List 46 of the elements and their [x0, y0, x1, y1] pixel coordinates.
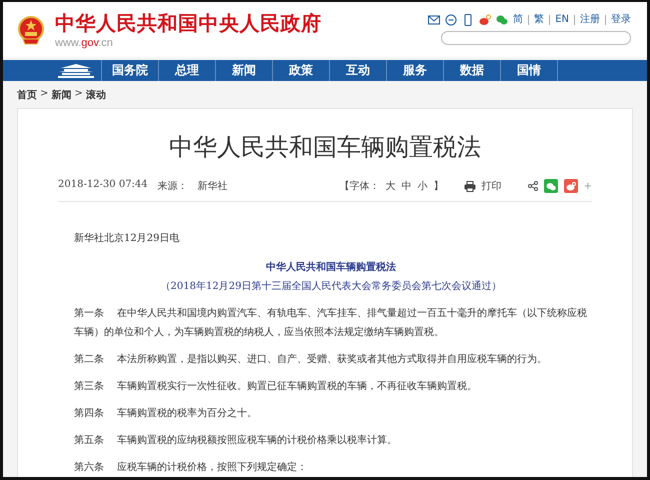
- national-emblem-icon: [17, 14, 45, 45]
- header-link[interactable]: 注册: [574, 15, 600, 26]
- dateline: 新华社北京12月29日电: [74, 232, 180, 246]
- breadcrumb-link[interactable]: 滚动: [86, 88, 106, 102]
- nav-item[interactable]: 国情: [501, 60, 558, 81]
- nav-item[interactable]: 国务院: [102, 60, 159, 81]
- share-icon[interactable]: [528, 181, 538, 191]
- font-size-link[interactable]: 中: [402, 179, 412, 193]
- font-size-bracket: 】: [434, 180, 444, 193]
- breadcrumb-link[interactable]: 首页: [17, 88, 37, 102]
- printer-icon[interactable]: [464, 180, 476, 192]
- header-link[interactable]: 登录: [605, 15, 631, 26]
- header-link[interactable]: 简: [513, 15, 524, 26]
- nav-item[interactable]: 数据: [444, 60, 501, 81]
- nav-item[interactable]: 服务: [387, 60, 444, 81]
- search-field[interactable]: [441, 31, 631, 46]
- law-subtitle: （2018年12月29日第十三届全国人民代表大会常务委员会第七次会议通过）: [160, 280, 502, 294]
- article-title: 中华人民共和国车辆购置税法: [168, 132, 482, 163]
- phone-icon[interactable]: [462, 14, 474, 26]
- breadcrumb-link[interactable]: 新闻: [51, 88, 72, 102]
- font-size-link[interactable]: 大: [386, 179, 396, 193]
- law-clause: 第三条 车辆购置税实行一次性征收。购置已征车辆购置税的车辆，不再征收车辆购置税。: [74, 380, 478, 394]
- nav-item[interactable]: 新闻: [216, 60, 273, 81]
- source-name: 新华社: [198, 180, 228, 193]
- law-title: 中华人民共和国车辆购置税法: [265, 260, 397, 275]
- law-clause: 第二条 本法所称购置，是指以购买、进口、自产、受赠、获奖或者其他方式取得并自用应税车辆的行为。: [74, 352, 548, 367]
- font-size-link[interactable]: 小: [418, 179, 428, 193]
- law-clause: 第五条 车辆购置税的应纳税额按照应税车辆的计税价格乘以税率计算。: [74, 434, 398, 448]
- law-clause: 第四条 车辆购置税的税率为百分之十。: [74, 406, 258, 421]
- nav-item[interactable]: 政策: [273, 60, 330, 81]
- breadcrumb-separator: >: [74, 88, 83, 101]
- law-clause: 第一条 在中华人民共和国境内购置汽车、有轨电车、汽车挂车、排气量超过一百五十毫升的摩托车（以下统称应税车辆）的单位和个人，为车辆购置税的纳税人，应当依照本法规定缴纳车辆购置税。: [74, 306, 588, 340]
- header-link[interactable]: EN: [549, 15, 569, 26]
- gate-building-icon: [57, 62, 95, 79]
- nav-item[interactable]: 互动: [330, 60, 387, 81]
- mail-icon[interactable]: [428, 14, 440, 26]
- print-link[interactable]: 打印: [482, 179, 502, 193]
- law-clause: 第六条 应税车辆的计税价格，按照下列规定确定：: [74, 460, 308, 475]
- header-link[interactable]: 繁: [528, 15, 544, 26]
- site-title[interactable]: 中华人民共和国中央人民政府: [55, 10, 322, 38]
- font-size-label: 【字体：: [340, 180, 380, 193]
- breadcrumb-separator: >: [40, 88, 48, 101]
- nav-item[interactable]: 总理: [159, 60, 216, 81]
- publish-date: 2018-12-30 07:44: [58, 179, 148, 192]
- source-label: 来源：: [158, 180, 188, 193]
- site-url: www.gov.cn: [55, 37, 114, 50]
